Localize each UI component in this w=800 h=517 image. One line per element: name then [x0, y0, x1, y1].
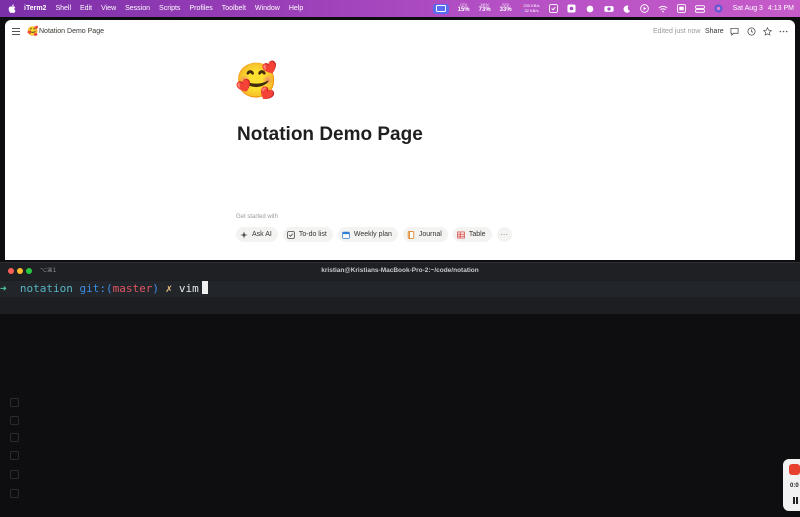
control-center-icon[interactable] [694, 4, 705, 13]
background-icon [10, 416, 19, 425]
more-options-icon[interactable] [779, 27, 788, 36]
template-label: To-do list [298, 231, 327, 238]
more-templates-button[interactable]: ··· [496, 227, 512, 242]
breadcrumb-page-title[interactable]: Notation Demo Page [39, 28, 104, 35]
journal-icon [407, 230, 415, 239]
terminal-body[interactable]: ➜ notation git:(master) ✗ vim [0, 280, 800, 315]
menu-toolbelt[interactable]: Toolbelt [222, 5, 246, 12]
ssd-label: SSD [502, 2, 510, 7]
prompt-dirty-marker: ✗ [165, 282, 173, 295]
background-icon [10, 451, 19, 460]
page-icon-emoji[interactable]: 🥰 [235, 64, 277, 98]
cpu-label: CPU [459, 2, 468, 7]
camera-icon[interactable] [603, 5, 614, 13]
cloud-icon[interactable] [585, 5, 595, 13]
prompt-git-branch: master [112, 282, 153, 295]
wifi-icon[interactable] [658, 5, 668, 13]
network-stat[interactable]: 230 KB/s 32 KB/s [521, 3, 539, 14]
menu-edit[interactable]: Edit [80, 5, 92, 12]
sidebar-toggle-icon[interactable] [12, 28, 20, 35]
menu-session[interactable]: Session [125, 5, 150, 12]
mem-stat[interactable]: MEM 73% [478, 2, 491, 14]
menu-shell[interactable]: Shell [55, 5, 71, 12]
recording-time: 0:0 [790, 483, 799, 489]
edited-status: Edited just now [653, 28, 701, 35]
net-up-value: 32 KB/s [522, 8, 538, 14]
stop-recording-button[interactable] [789, 464, 800, 475]
mem-label: MEM [480, 2, 489, 7]
template-todo-button[interactable]: To-do list [282, 227, 333, 242]
template-buttons: Ask AI To-do list Weekly plan Journal Ta… [236, 227, 512, 242]
dropbox-icon[interactable] [548, 4, 558, 13]
background-icon [10, 433, 19, 442]
notion-window: 🥰 Notation Demo Page Edited just now Sha… [5, 20, 795, 260]
terminal-cursor [201, 281, 208, 294]
terminal-command: vim [178, 282, 199, 295]
cpu-value: 15% [457, 7, 470, 14]
cpu-stat[interactable]: CPU 15% [457, 2, 470, 14]
siri-icon[interactable] [714, 4, 723, 13]
pause-icon[interactable] [793, 497, 798, 504]
favorite-star-icon[interactable] [763, 27, 772, 36]
menu-help[interactable]: Help [289, 5, 303, 12]
menu-view[interactable]: View [101, 5, 116, 12]
prompt-line[interactable]: ➜ notation git:(master) ✗ vim [0, 281, 800, 297]
mem-value: 73% [478, 7, 491, 14]
menu-app-name[interactable]: iTerm2 [24, 5, 46, 12]
page-title[interactable]: Notation Demo Page [237, 124, 423, 146]
moon-icon[interactable] [623, 4, 631, 13]
notion-topbar: 🥰 Notation Demo Page Edited just now Sha… [5, 20, 795, 44]
status-area: CPU 15% MEM 73% SSD 33% 230 KB/s 32 KB/s [424, 0, 794, 17]
checkbox-icon [287, 230, 295, 239]
share-button[interactable]: Share [705, 28, 724, 35]
template-label: Table [468, 231, 486, 238]
template-weekly-plan-button[interactable]: Weekly plan [337, 227, 398, 242]
template-label: Ask AI [252, 231, 272, 238]
template-journal-button[interactable]: Journal [402, 227, 448, 242]
background-area [0, 314, 800, 517]
ssd-stat[interactable]: SSD 33% [499, 2, 512, 14]
menu-time[interactable]: 4:13 PM [768, 5, 794, 12]
apple-logo-icon[interactable] [8, 4, 16, 13]
iterm-titlebar[interactable]: ⌥⌘1 kristian@Kristians-MacBook-Pro-2:~/c… [0, 263, 800, 279]
template-label: Journal [418, 231, 442, 238]
terminal-window-title: kristian@Kristians-MacBook-Pro-2:~/code/… [321, 267, 479, 274]
menu-profiles[interactable]: Profiles [189, 5, 212, 12]
background-icon [10, 489, 19, 498]
prompt-git-suffix: ) [152, 282, 159, 295]
history-icon[interactable] [747, 27, 756, 36]
template-ask-ai-button[interactable]: Ask AI [236, 227, 278, 242]
prompt-arrow: ➜ [0, 282, 7, 295]
ssd-value: 33% [499, 7, 512, 14]
template-label: Weekly plan [353, 231, 392, 238]
prompt-directory: notation [19, 282, 73, 295]
page-emoji-small: 🥰 [27, 26, 39, 36]
sparkle-icon [240, 230, 248, 239]
screen-share-icon[interactable] [432, 3, 449, 14]
table-icon [457, 231, 465, 238]
menu-scripts[interactable]: Scripts [159, 5, 180, 12]
play-circle-icon[interactable] [639, 4, 649, 13]
menu-date[interactable]: Sat Aug 3 [733, 5, 763, 12]
battery-icon[interactable] [676, 4, 686, 13]
template-table-button[interactable]: Table [452, 227, 492, 242]
shield-icon[interactable] [567, 4, 576, 13]
background-icon [10, 470, 19, 479]
prompt-git-prefix: git:( [79, 282, 113, 295]
get-started-label: Get started with [236, 214, 279, 220]
menu-bar: iTerm2 Shell Edit View Session Scripts P… [0, 0, 800, 17]
background-icon [10, 398, 19, 407]
comment-icon[interactable] [730, 27, 739, 36]
screen-recorder-widget[interactable]: 0:0 [783, 459, 800, 511]
calendar-icon [342, 231, 350, 239]
menu-window[interactable]: Window [255, 5, 280, 12]
iterm-window: ⌥⌘1 kristian@Kristians-MacBook-Pro-2:~/c… [0, 262, 800, 315]
